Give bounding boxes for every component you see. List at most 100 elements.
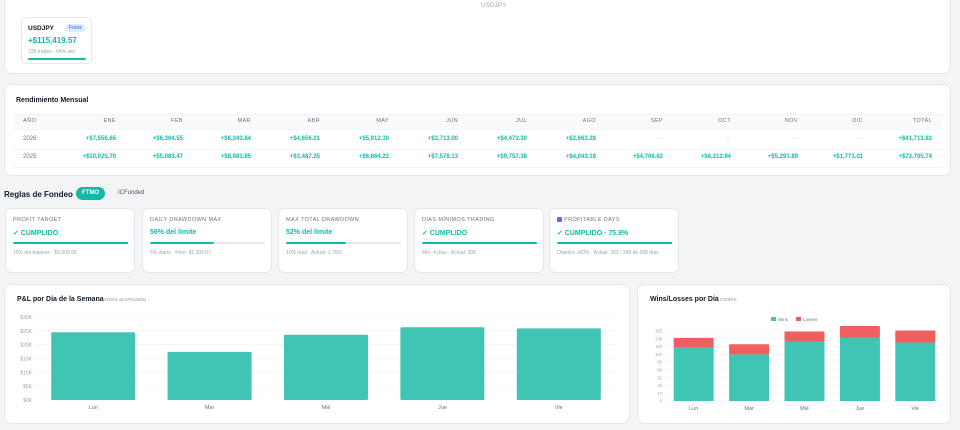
table-cell: +$4,473.30 xyxy=(496,136,527,142)
table-cell: +$4,043.18 xyxy=(565,154,596,160)
table-header-cell: MAR xyxy=(237,118,251,124)
rule-progress-track xyxy=(557,242,672,244)
rule-card-profitable-days: PROFITABLE DAYS ✓ CUMPLIDO · 75.9% Objetiv… xyxy=(549,208,679,273)
rule-status: 56% del límite xyxy=(150,229,197,236)
table-cell: +$7,556.65 xyxy=(85,136,116,142)
y-tick-label: 136 xyxy=(655,336,663,341)
table-header-cell: MAY xyxy=(376,118,389,124)
rule-status: ✓ CUMPLIDO xyxy=(422,230,468,237)
rule-progress-fill xyxy=(422,242,537,244)
legend-label: Wins xyxy=(778,317,789,322)
rule-detail: Mín. 4 días · Actual: 398 xyxy=(422,250,476,256)
wins-bar[interactable] xyxy=(895,342,936,401)
pnl-by-weekday-card: P&L por Día de la Semana suma acumulada … xyxy=(4,284,630,424)
pnl-bar[interactable] xyxy=(51,332,136,400)
legend-swatch xyxy=(796,317,801,321)
rule-title-text: PROFITABLE DAYS xyxy=(564,217,620,223)
y-tick-label: $25K xyxy=(20,329,32,335)
wins-bar[interactable] xyxy=(673,347,714,401)
table-cell: +$10,025.70 xyxy=(82,154,116,160)
wins-bar[interactable] xyxy=(839,337,880,401)
pnl-bar[interactable] xyxy=(516,328,601,400)
table-cell: +$1,771.01 xyxy=(832,154,863,160)
pnl-bar[interactable] xyxy=(400,327,485,400)
table-header-cell: JUL xyxy=(516,118,527,124)
symbol-stats: 729 trades · 64% win xyxy=(28,49,75,55)
calendar-icon xyxy=(557,217,562,223)
table-header-cell: AÑO xyxy=(23,118,37,124)
rule-title-text: DÍAS MÍNIMOS TRADING xyxy=(422,217,495,223)
wins-losses-card: Wins/Losses por Día conteo 0 17 34 51 68 85 10… xyxy=(637,284,951,424)
table-cell: +$8,983.95 xyxy=(220,154,251,160)
table-header-cell: DIC xyxy=(852,118,863,124)
pnl-bar[interactable] xyxy=(284,334,368,400)
losses-bar[interactable] xyxy=(839,325,880,338)
table-cell: — xyxy=(857,136,863,142)
y-tick-label: $30K xyxy=(20,315,32,321)
table-cell: +$6,312.94 xyxy=(700,154,731,160)
y-tick-label: 68 xyxy=(657,367,662,372)
wins-losses-stacked-chart: 0 17 34 51 68 85 102 119 136 153 Wins Losses Lun Mar M… xyxy=(655,317,943,412)
x-tick-label: Mar xyxy=(205,405,215,411)
x-tick-label: Lun xyxy=(689,406,698,412)
losses-bar[interactable] xyxy=(729,344,770,355)
rule-title: DÍAS MÍNIMOS TRADING xyxy=(422,217,495,223)
table-cell: +$7,578.13 xyxy=(427,154,458,160)
table-cell: — xyxy=(792,136,798,142)
table-header-cell: OCT xyxy=(718,118,731,124)
x-tick-label: Jue xyxy=(855,406,864,412)
rules-title: Reglas de Fondeo xyxy=(4,190,73,199)
rule-card-daily-drawdown: DAILY DRAWDOWN MAX 56% del límite 5% diari… xyxy=(142,208,272,273)
symbol-progress-bar xyxy=(28,58,86,60)
rule-detail: 10% del balance · $5,000.00 xyxy=(13,250,77,256)
rule-detail: Objetivo ≥60% · Actual: 302 / 398 de 398… xyxy=(557,250,659,256)
legend-swatch xyxy=(771,317,776,321)
tab-icfunded[interactable]: ICFunded xyxy=(112,187,151,200)
table-header-cell: ENE xyxy=(103,118,116,124)
x-tick-label: Mar xyxy=(744,406,754,412)
y-tick-label: $20K xyxy=(20,343,32,349)
table-cell: +$73,705.74 xyxy=(898,154,932,160)
symbol-card[interactable]: USDJPY Forex +$115,419.57 729 trades · 6… xyxy=(21,17,92,64)
rule-progress-fill xyxy=(286,242,346,244)
table-cell: +$5,912.30 xyxy=(358,136,389,142)
table-cell: +$5,291.89 xyxy=(767,154,798,160)
wins-bar[interactable] xyxy=(729,354,770,401)
pnl-bar[interactable] xyxy=(167,351,252,400)
wins-bar[interactable] xyxy=(784,341,825,401)
y-tick-label: 0 xyxy=(660,399,663,404)
table-cell: +$3,713.00 xyxy=(427,136,458,142)
rule-title: PROFITABLE DAYS xyxy=(557,217,620,223)
y-tick-label: 51 xyxy=(657,375,662,380)
table-header xyxy=(14,114,943,130)
y-tick-label: $10K xyxy=(20,370,32,376)
tab-ftmo[interactable]: FTMO xyxy=(76,187,105,200)
pnl-bar-chart: $0K $5K $10K $15K $20K $25K $30K Lun Mar Mié Jue Vi… xyxy=(20,315,617,411)
y-tick-label: 119 xyxy=(655,344,662,349)
losses-bar[interactable] xyxy=(784,331,825,342)
rule-title: PROFIT TARGET xyxy=(13,217,62,223)
table-cell: +$2,663.28 xyxy=(565,136,596,142)
symbol-name: USDJPY xyxy=(28,25,55,32)
table-cell: +$41,713.83 xyxy=(898,136,932,142)
table-cell: +$3,487.25 xyxy=(289,154,320,160)
x-tick-label: Jue xyxy=(438,405,447,411)
rule-title-text: DAILY DRAWDOWN MAX xyxy=(150,217,222,223)
symbol-summary-panel: USDJPY USDJPY Forex +$115,419.57 729 tra… xyxy=(4,0,951,74)
x-tick-label: Mié xyxy=(322,405,331,411)
y-tick-label: 85 xyxy=(657,360,662,365)
losses-bar[interactable] xyxy=(673,337,714,348)
monthly-title: Rendimiento Mensual xyxy=(16,97,89,104)
x-tick-label: Vie xyxy=(911,406,919,412)
table-header-cell: NOV xyxy=(784,118,798,124)
table-cell: +$4,706.62 xyxy=(632,154,663,160)
table-cell: +$9,757.38 xyxy=(496,154,527,160)
losses-bar[interactable] xyxy=(895,330,936,343)
symbol-type-badge: Forex xyxy=(66,24,85,32)
table-cell: — xyxy=(725,136,731,142)
rule-card-min-trading-days: DÍAS MÍNIMOS TRADING ✓ CUMPLIDO Mín. 4 día… xyxy=(414,208,544,273)
y-tick-label: $0K xyxy=(23,398,33,404)
rule-title-text: PROFIT TARGET xyxy=(13,217,62,223)
table-cell: +$6,304.55 xyxy=(152,136,183,142)
rule-card-profit-target: PROFIT TARGET ✓ CUMPLIDO 10% del balance ·… xyxy=(5,208,135,273)
